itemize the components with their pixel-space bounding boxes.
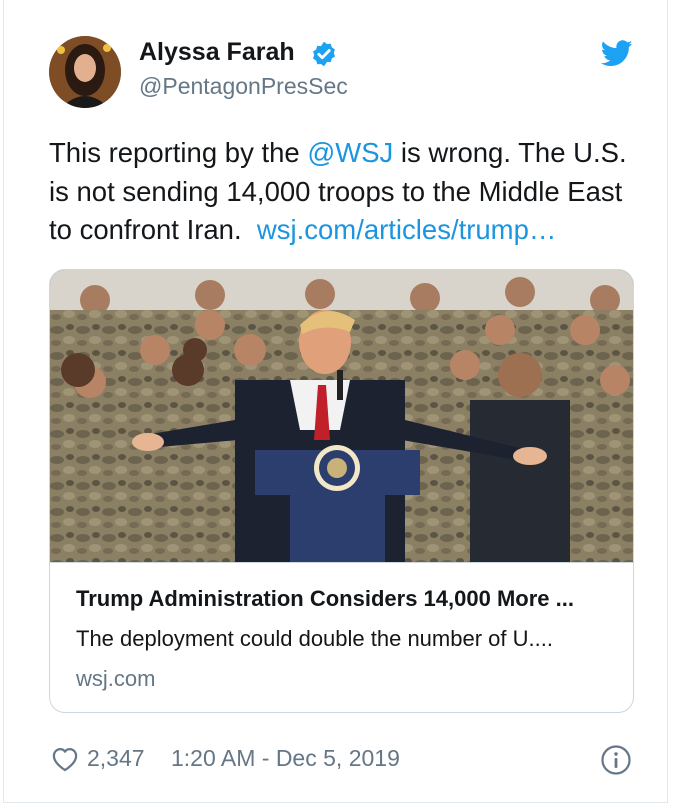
author-handle[interactable]: @PentagonPresSec: [139, 73, 348, 100]
like-count[interactable]: 2,347: [87, 745, 145, 772]
tweet-line-3: to confront Iran. wsj.com/articles/trump…: [49, 211, 649, 250]
author-name[interactable]: Alyssa Farah: [139, 38, 295, 67]
twitter-bird-icon[interactable]: [601, 40, 633, 67]
tweet-line-2: is not sending 14,000 troops to the Midd…: [49, 175, 623, 207]
card-image[interactable]: [50, 270, 633, 563]
card-title[interactable]: Trump Administration Considers 14,000 Mo…: [76, 586, 574, 612]
mention-link[interactable]: @WSJ: [307, 137, 393, 168]
tweet-text-segment: to confront Iran.: [49, 214, 257, 245]
avatar[interactable]: [49, 36, 121, 108]
tweet-line-1: This reporting by the @WSJ is wrong. The…: [49, 134, 649, 173]
card-domain: wsj.com: [76, 666, 156, 691]
verified-badge-icon: [313, 41, 335, 67]
card-photo: [50, 270, 633, 562]
avatar-image: [49, 36, 121, 108]
tweet-text-segment: This reporting by the: [49, 137, 308, 168]
link-preview-card[interactable]: Trump Administration Considers 14,000 Mo…: [49, 269, 634, 713]
tweet-text-segment: is wrong. The U.S.: [393, 137, 627, 168]
article-link[interactable]: wsj.com/articles/trump…: [257, 214, 557, 245]
card-description: The deployment could double the number o…: [76, 626, 553, 651]
tweet-text: This reporting by the @WSJ is wrong. The…: [49, 134, 649, 250]
info-icon[interactable]: [600, 744, 632, 776]
tweet-timestamp[interactable]: 1:20 AM - Dec 5, 2019: [171, 745, 400, 772]
heart-icon[interactable]: [51, 746, 79, 772]
tweet-card[interactable]: Alyssa Farah @PentagonPresSec This repor…: [3, 0, 668, 803]
